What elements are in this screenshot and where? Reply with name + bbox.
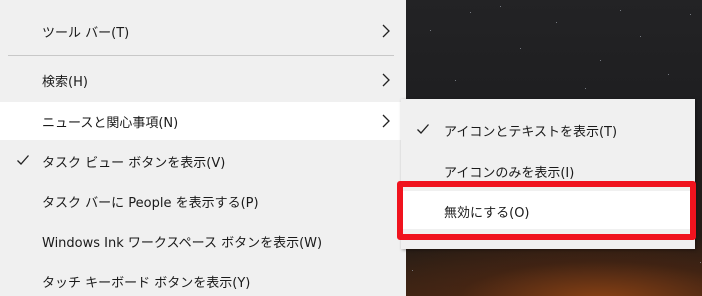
menu-item-label: ツール バー(T) [42, 25, 130, 41]
menu-item-label: タッチ キーボード ボタンを表示(Y) [42, 275, 251, 291]
submenu-item-label: 無効にする(O) [444, 206, 530, 221]
submenu-item-label: アイコンとテキストを表示(T) [444, 125, 618, 140]
chevron-right-icon [382, 73, 390, 87]
menu-item-label: タスク バーに People を表示する(P) [42, 195, 259, 211]
menu-item-show-touch-keyboard[interactable]: タッチ キーボード ボタンを表示(Y) [0, 262, 406, 296]
menu-item-show-task-view-button[interactable]: タスク ビュー ボタンを表示(V) [0, 142, 406, 180]
menu-item-label: タスク ビュー ボタンを表示(V) [42, 155, 226, 171]
news-and-interests-submenu: アイコンとテキストを表示(T) アイコンのみを表示(I) 無効にする(O) [401, 99, 695, 249]
chevron-right-icon [382, 114, 390, 128]
menu-item-show-people[interactable]: タスク バーに People を表示する(P) [0, 182, 406, 220]
screen: ツール バー(T) 検索(H) ニュースと関心事項(N) タスク ビュー ボタン… [0, 0, 702, 296]
submenu-item-turn-off[interactable]: 無効にする(O) [401, 191, 695, 229]
menu-item-toolbars[interactable]: ツール バー(T) [0, 12, 406, 50]
checkmark-icon [417, 124, 429, 134]
menu-item-label: ニュースと関心事項(N) [42, 115, 179, 131]
menu-item-search[interactable]: 検索(H) [0, 61, 406, 99]
submenu-item-label: アイコンのみを表示(I) [444, 166, 575, 181]
menu-separator [8, 55, 394, 56]
chevron-right-icon [382, 24, 390, 38]
submenu-item-show-icon-and-text[interactable]: アイコンとテキストを表示(T) [401, 110, 695, 148]
menu-item-label: 検索(H) [42, 74, 88, 90]
menu-item-show-windows-ink[interactable]: Windows Ink ワークスペース ボタンを表示(W) [0, 222, 406, 260]
checkmark-icon [17, 155, 29, 165]
submenu-item-show-icon-only[interactable]: アイコンのみを表示(I) [401, 151, 695, 189]
taskbar-context-menu: ツール バー(T) 検索(H) ニュースと関心事項(N) タスク ビュー ボタン… [0, 0, 406, 296]
menu-item-news-and-interests[interactable]: ニュースと関心事項(N) [0, 102, 406, 140]
menu-item-label: Windows Ink ワークスペース ボタンを表示(W) [42, 235, 323, 251]
